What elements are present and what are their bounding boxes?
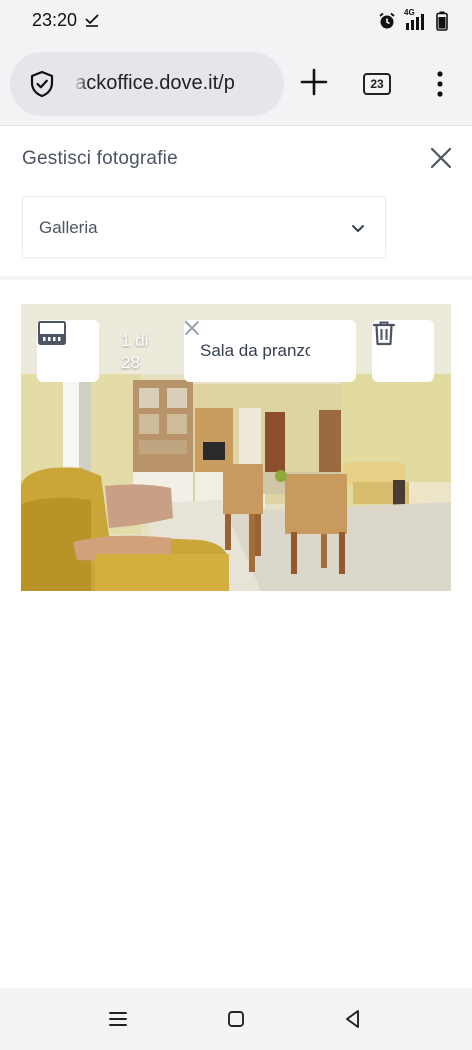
url-text[interactable]: backoffice.dove.it/p xyxy=(74,72,282,98)
shield-icon[interactable] xyxy=(28,70,56,98)
set-cover-icon xyxy=(38,321,66,345)
delete-button[interactable] xyxy=(372,320,434,382)
signal-icon: 4G xyxy=(404,8,428,31)
home-icon[interactable] xyxy=(225,1008,247,1030)
divider xyxy=(0,276,472,280)
tab-count: 23 xyxy=(370,77,384,91)
photo-index-line1: 1 di xyxy=(121,331,149,350)
address-bar[interactable]: backoffice.dove.it/p xyxy=(10,52,284,116)
download-done-icon xyxy=(85,14,99,27)
select-value: Galleria xyxy=(39,218,98,237)
menu-icon[interactable] xyxy=(107,1008,129,1030)
back-icon[interactable] xyxy=(342,1008,364,1030)
plus-icon[interactable] xyxy=(296,64,332,100)
photo-index: 1 di 28 xyxy=(121,330,148,374)
panel-title: Gestisci fotografie xyxy=(22,148,178,169)
more-vert-icon[interactable] xyxy=(430,68,450,100)
status-bar: 23:20 4G xyxy=(0,0,472,42)
clear-caption-icon[interactable] xyxy=(184,320,200,336)
caption-input[interactable]: Sala da pranzo xyxy=(200,341,310,361)
close-icon[interactable] xyxy=(428,145,454,171)
caption-field[interactable]: Sala da pranzo xyxy=(184,320,356,382)
set-cover-button[interactable] xyxy=(37,320,99,382)
battery-icon xyxy=(436,11,448,31)
browser-toolbar: backoffice.dove.it/p 23 xyxy=(0,42,472,126)
alarm-icon xyxy=(379,12,395,29)
tabs-button[interactable]: 23 xyxy=(363,73,391,95)
chevron-down-icon xyxy=(352,225,364,232)
system-nav-bar xyxy=(0,988,472,1050)
photo-index-line2: 28 xyxy=(121,353,140,372)
status-time: 23:20 xyxy=(32,10,78,30)
photo-card[interactable]: 1 di 28 Sala da pranzo xyxy=(21,304,451,591)
delete-icon xyxy=(372,321,396,346)
gallery-select[interactable]: Galleria xyxy=(22,196,386,258)
